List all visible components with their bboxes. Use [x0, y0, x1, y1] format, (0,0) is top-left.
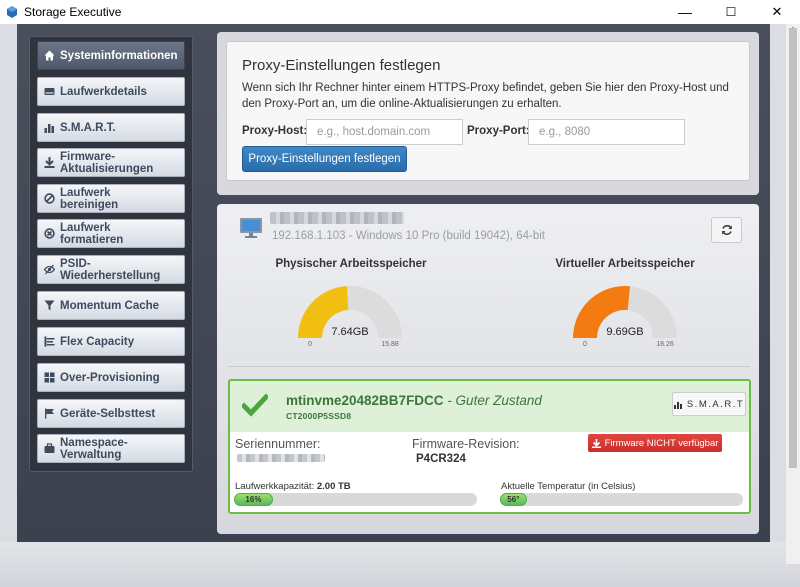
bar-chart-icon	[673, 401, 682, 409]
smart-button[interactable]: S.M.A.R.T	[672, 392, 746, 416]
sidebar-item-5[interactable]: Laufwerk bereinigen	[37, 184, 185, 213]
drive-model: CT2000P5SSD8	[286, 411, 352, 421]
sidebar-item-11[interactable]: Geräte-Selbsttest	[37, 399, 185, 428]
physical-memory-title: Physischer Arbeitsspeicher	[275, 258, 427, 270]
drive-card: mtinvme20482BB7FDCC - Guter Zustand CT20…	[228, 379, 751, 514]
sidebar-item-10[interactable]: Over-Provisioning	[37, 363, 185, 392]
gauge-max-label: 15.88	[381, 341, 399, 348]
eye-slash-icon	[44, 264, 55, 275]
maximize-button[interactable]: ☐	[708, 0, 754, 24]
set-proxy-button[interactable]: Proxy-Einstellungen festlegen	[242, 146, 407, 172]
smart-button-label: S.M.A.R.T	[686, 398, 745, 410]
capacity-label-line: Laufwerkkapazität: 2.00 TB	[235, 481, 351, 492]
title-bar: Storage Executive — ☐ ✕	[0, 0, 800, 24]
ban-icon	[44, 193, 55, 204]
firmware-label: Firmware-Revision:	[412, 437, 520, 451]
proxy-host-input[interactable]	[306, 119, 463, 145]
proxy-description: Wenn sich Ihr Rechner hinter einem HTTPS…	[242, 82, 729, 110]
proxy-card: Proxy-Einstellungen festlegen Wenn sich …	[226, 41, 750, 181]
temperature-label: Aktuelle Temperatur (in Celsius)	[501, 481, 636, 492]
bar-chart-icon	[44, 122, 55, 133]
gauge-min-label: 0	[583, 341, 587, 348]
scrollbar-thumb[interactable]	[789, 28, 797, 468]
proxy-title: Proxy-Einstellungen festlegen	[242, 57, 441, 74]
hdd-icon	[44, 86, 55, 97]
briefcase-icon	[44, 443, 55, 454]
serial-redacted	[237, 454, 325, 462]
proxy-port-label: Proxy-Port:	[467, 125, 530, 137]
window-frame-left	[0, 24, 17, 542]
vertical-scrollbar[interactable]: ▲	[786, 24, 800, 564]
gauge-min-label: 0	[308, 341, 312, 348]
sidebar-item-3[interactable]: S.M.A.R.T.	[37, 113, 185, 142]
gauge-max-label: 18.26	[656, 341, 674, 348]
sidebar-item-label: Firmware- Aktualisierungen	[60, 150, 154, 175]
refresh-icon	[721, 225, 732, 235]
download-icon	[591, 438, 601, 448]
sidebar-item-8[interactable]: Momentum Cache	[37, 291, 185, 320]
gauge-value: 7.64GB	[331, 326, 368, 338]
window-footer	[0, 542, 800, 587]
proxy-host-label: Proxy-Host:	[242, 125, 308, 137]
virtual-memory-gauge: 9.69GB 0 18.26	[573, 286, 677, 348]
sidebar-item-label: Laufwerk formatieren	[60, 221, 124, 246]
temperature-bar: 56°	[500, 493, 743, 506]
monitor-icon	[240, 218, 262, 238]
filter-icon	[44, 300, 55, 311]
checkmark-icon	[242, 393, 268, 417]
home-icon	[44, 50, 55, 61]
capacity-bar-fill: 16%	[234, 493, 273, 506]
close-button[interactable]: ✕	[754, 0, 800, 24]
temperature-bar-fill: 56°	[500, 493, 527, 506]
sidebar-item-label: Namespace- Verwaltung	[60, 436, 128, 461]
sidebar-item-label: Laufwerk bereinigen	[60, 186, 119, 211]
refresh-button[interactable]	[711, 217, 742, 243]
app-icon	[7, 6, 17, 18]
physical-memory-gauge: 7.64GB 0 15.88	[298, 286, 402, 348]
firmware-unavailable-button[interactable]: Firmware NICHT verfügbar	[588, 434, 722, 452]
gauge-value: 9.69GB	[606, 326, 643, 338]
sidebar-item-label: Laufwerkdetails	[60, 85, 147, 98]
proxy-port-input[interactable]	[528, 119, 685, 145]
sidebar-item-6[interactable]: Laufwerk formatieren	[37, 219, 185, 248]
sidebar-item-7[interactable]: PSID- Wiederherstellung	[37, 255, 185, 284]
virtual-memory-title: Virtueller Arbeitsspeicher	[555, 258, 695, 270]
sidebar-item-9[interactable]: Flex Capacity	[37, 327, 185, 356]
sidebar-item-4[interactable]: Firmware- Aktualisierungen	[37, 148, 185, 177]
divider	[228, 366, 750, 367]
firmware-button-label: Firmware NICHT verfügbar	[604, 437, 719, 449]
download-icon	[44, 157, 55, 168]
sidebar-item-label: Momentum Cache	[60, 299, 160, 312]
sidebar-item-label: Over-Provisioning	[60, 371, 160, 384]
drive-name-line: mtinvme20482BB7FDCC - Guter Zustand	[286, 393, 542, 408]
capacity-value: 2.00 TB	[316, 481, 351, 492]
drive-status: - Guter Zustand	[443, 393, 542, 408]
drive-name: mtinvme20482BB7FDCC	[286, 393, 444, 408]
sidebar-item-label: S.M.A.R.T.	[60, 121, 116, 134]
sidebar-item-12[interactable]: Namespace- Verwaltung	[37, 434, 185, 463]
sidebar-item-2[interactable]: Laufwerkdetails	[37, 77, 185, 106]
serial-label: Seriennummer:	[235, 437, 321, 451]
window-title: Storage Executive	[24, 5, 122, 19]
sidebar-item-1[interactable]: Systeminformationen	[37, 41, 185, 70]
list-icon	[44, 336, 55, 347]
sidebar-item-label: Systeminformationen	[60, 49, 178, 62]
firmware-value: P4CR324	[416, 453, 466, 465]
host-info: 192.168.1.103 - Windows 10 Pro (build 19…	[272, 230, 545, 242]
grid-icon	[44, 372, 55, 383]
x-circle-icon	[44, 228, 55, 239]
flag-icon	[44, 408, 55, 419]
minimize-button[interactable]: —	[662, 0, 708, 24]
sidebar-item-label: Flex Capacity	[60, 335, 135, 348]
hostname-redacted	[270, 212, 404, 224]
sidebar-item-label: Geräte-Selbsttest	[60, 407, 156, 420]
capacity-label: Laufwerkkapazität:	[235, 481, 315, 492]
sidebar-item-label: PSID- Wiederherstellung	[60, 257, 161, 282]
capacity-bar: 16%	[234, 493, 477, 506]
